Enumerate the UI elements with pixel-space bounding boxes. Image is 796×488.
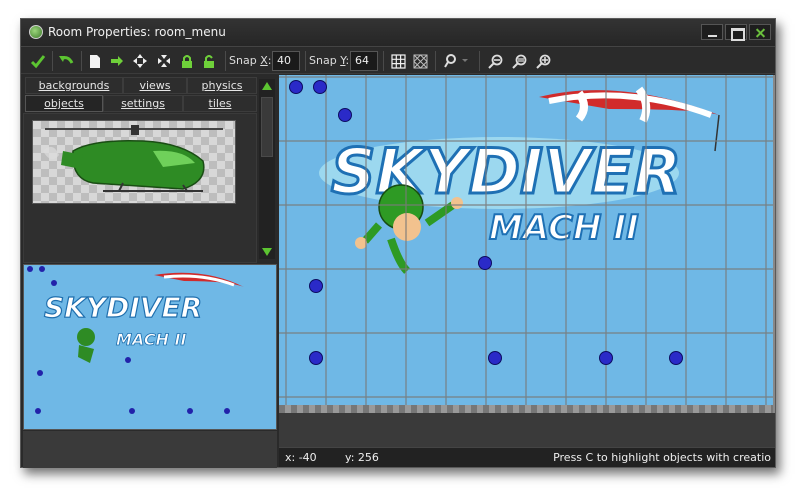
snap-y-input[interactable]: 64 — [350, 51, 378, 71]
tab-objects[interactable]: objects — [25, 95, 103, 112]
isometric-grid-icon[interactable] — [411, 52, 429, 70]
zoom-reset-icon[interactable] — [511, 52, 527, 70]
zoom-in-icon[interactable] — [535, 52, 551, 70]
grid-icon[interactable] — [389, 52, 407, 70]
room-bottom-border — [279, 405, 773, 413]
scroll-up-icon[interactable] — [261, 81, 273, 91]
tab-backgrounds[interactable]: backgrounds — [25, 77, 123, 94]
tab-strip: backgrounds views physics objects settin… — [23, 75, 257, 113]
room-properties-window: Room Properties: room_menu Snap X: 40 Sn… — [20, 18, 776, 468]
collapse-arrows-icon[interactable] — [155, 52, 173, 70]
object-sprite-preview[interactable] — [32, 120, 236, 204]
left-panel-footer — [23, 431, 277, 468]
left-panel: backgrounds views physics objects settin… — [23, 75, 277, 468]
undo-icon[interactable] — [57, 52, 75, 70]
room-grid — [279, 75, 773, 405]
tab-views[interactable]: views — [123, 77, 187, 94]
object-panel — [23, 113, 257, 263]
magnify-dropdown-icon[interactable] — [443, 52, 471, 70]
tab-tiles[interactable]: tiles — [183, 95, 257, 112]
scroll-thumb[interactable] — [261, 97, 273, 157]
minimap-logo-line2: MACH II — [116, 330, 186, 349]
toolbar: Snap X: 40 Snap Y: 64 — [21, 48, 775, 74]
unlock-icon[interactable] — [201, 52, 217, 70]
checkmark-icon[interactable] — [29, 52, 47, 70]
close-button[interactable] — [749, 24, 771, 40]
lock-icon[interactable] — [179, 52, 195, 70]
tab-physics[interactable]: physics — [187, 77, 257, 94]
tab-settings[interactable]: settings — [103, 95, 183, 112]
expand-arrows-icon[interactable] — [131, 52, 149, 70]
scroll-down-icon[interactable] — [261, 247, 273, 257]
room-right-border — [773, 75, 775, 413]
snap-y-label: Snap Y: — [309, 54, 350, 67]
status-bar: x: -40 y: 256 Press C to highlight objec… — [279, 447, 775, 467]
status-hint: Press C to highlight objects with creati… — [553, 451, 771, 464]
title-bar[interactable]: Room Properties: room_menu — [21, 19, 775, 47]
app-icon — [29, 25, 43, 39]
shift-right-icon[interactable] — [109, 52, 125, 70]
snap-x-input[interactable]: 40 — [272, 51, 300, 71]
snap-x-label: Snap X: — [229, 54, 272, 67]
cursor-y-readout: y: 256 — [345, 451, 379, 464]
room-minimap[interactable]: SKYDIVER MACH II — [23, 264, 277, 430]
object-list-scrollbar[interactable] — [259, 79, 275, 259]
cursor-x-readout: x: -40 — [285, 451, 317, 464]
maximize-button[interactable] — [725, 24, 747, 41]
minimize-button[interactable] — [701, 24, 723, 40]
window-title: Room Properties: room_menu — [48, 25, 226, 39]
room-canvas[interactable]: SKYDIVER MACH II — [279, 75, 775, 447]
new-page-icon[interactable] — [87, 52, 103, 70]
room-background[interactable]: SKYDIVER MACH II — [279, 75, 773, 405]
minimap-logo-line1: SKYDIVER — [44, 291, 202, 324]
zoom-out-icon[interactable] — [487, 52, 503, 70]
